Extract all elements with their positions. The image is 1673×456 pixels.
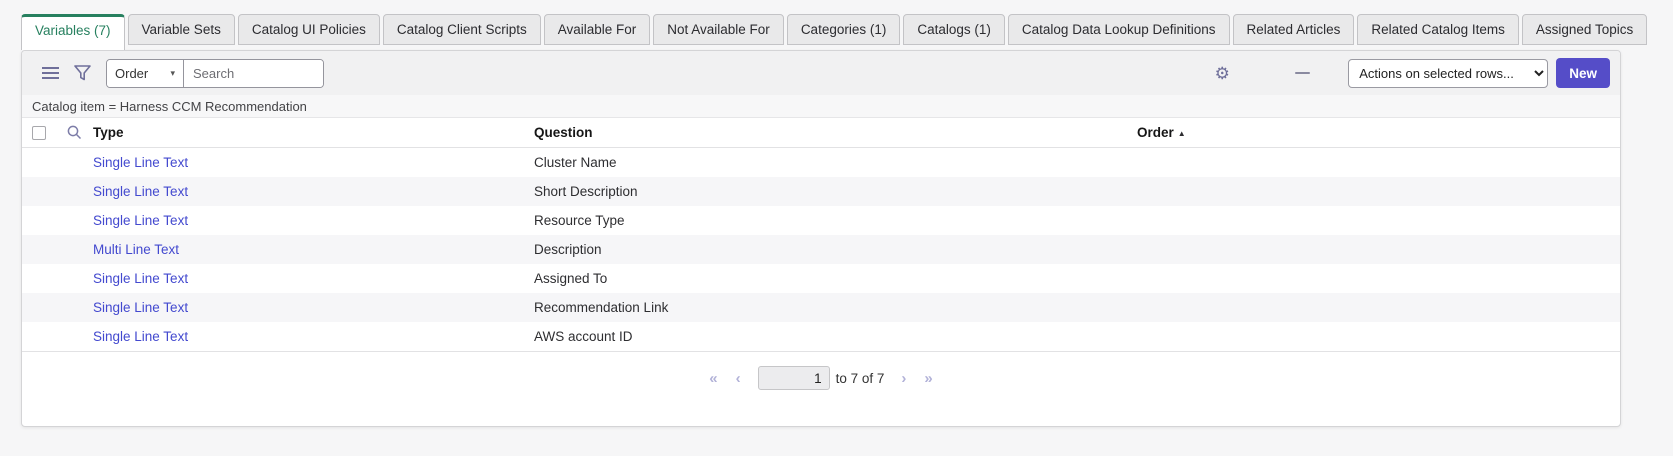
minimize-list-icon[interactable] — [1290, 61, 1314, 85]
column-header-order[interactable]: Order▲ — [1137, 125, 1620, 140]
column-header-question[interactable]: Question — [534, 125, 1137, 140]
current-page-input[interactable] — [758, 366, 830, 390]
next-page-icon[interactable]: › — [892, 370, 915, 387]
list-footer: « ‹ to 7 of 7 › » — [22, 351, 1620, 426]
row-question: Assigned To — [534, 271, 1137, 286]
tab-catalogs-1[interactable]: Catalogs (1) — [903, 14, 1005, 45]
chevron-down-icon: ▾ — [170, 68, 175, 79]
row-question: AWS account ID — [534, 329, 1137, 344]
pagination-range-label: to 7 of 7 — [836, 371, 885, 386]
filter-icon[interactable] — [70, 61, 94, 85]
table-row: Single Line Text Assigned To — [22, 264, 1620, 293]
row-question: Description — [534, 242, 1137, 257]
actions-on-selected-rows-select[interactable]: Actions on selected rows... — [1348, 59, 1548, 88]
row-type-link[interactable]: Single Line Text — [93, 329, 188, 344]
column-search-icon[interactable] — [56, 125, 93, 140]
table-row: Single Line Text AWS account ID — [22, 322, 1620, 351]
search-column-value: Order — [115, 66, 148, 81]
previous-page-icon[interactable]: ‹ — [727, 370, 750, 387]
new-button[interactable]: New — [1556, 58, 1610, 88]
first-page-icon[interactable]: « — [700, 370, 726, 387]
breadcrumb-text[interactable]: Catalog item = Harness CCM Recommendatio… — [32, 99, 307, 114]
tab-catalog-client-scripts[interactable]: Catalog Client Scripts — [383, 14, 541, 45]
breadcrumb: Catalog item = Harness CCM Recommendatio… — [22, 95, 1620, 118]
row-type-link[interactable]: Single Line Text — [93, 300, 188, 315]
table-row: Single Line Text Recommendation Link — [22, 293, 1620, 322]
select-all-checkbox[interactable] — [32, 126, 46, 140]
tab-related-catalog-items[interactable]: Related Catalog Items — [1357, 14, 1519, 45]
tab-categories-1[interactable]: Categories (1) — [787, 14, 901, 45]
tab-catalog-data-lookup-definitions[interactable]: Catalog Data Lookup Definitions — [1008, 14, 1230, 45]
sort-ascending-icon: ▲ — [1178, 129, 1186, 138]
search-column-dropdown[interactable]: Order ▾ — [107, 60, 184, 87]
related-lists-panel: Variables (7)Variable SetsCatalog UI Pol… — [21, 14, 1621, 427]
last-page-icon[interactable]: » — [915, 370, 941, 387]
table-row: Multi Line Text Description — [22, 235, 1620, 264]
row-question: Cluster Name — [534, 155, 1137, 170]
tab-related-articles[interactable]: Related Articles — [1233, 14, 1355, 45]
row-type-link[interactable]: Multi Line Text — [93, 242, 179, 257]
tab-variable-sets[interactable]: Variable Sets — [128, 14, 235, 45]
row-type-link[interactable]: Single Line Text — [93, 184, 188, 199]
variables-list-card: Order ▾ ⚙ Actions on selected rows... Ne… — [21, 50, 1621, 427]
table-row: Single Line Text Cluster Name — [22, 148, 1620, 177]
row-question: Recommendation Link — [534, 300, 1137, 315]
list-menu-icon[interactable] — [38, 61, 62, 85]
list-toolbar: Order ▾ ⚙ Actions on selected rows... Ne… — [22, 51, 1620, 95]
toolbar-right-group: ⚙ Actions on selected rows... New — [1210, 58, 1610, 88]
row-type-link[interactable]: Single Line Text — [93, 155, 188, 170]
tab-assigned-topics[interactable]: Assigned Topics — [1522, 14, 1647, 45]
search-input[interactable] — [184, 60, 323, 87]
tab-available-for[interactable]: Available For — [544, 14, 651, 45]
list-search-combo: Order ▾ — [106, 59, 324, 88]
tab-not-available-for[interactable]: Not Available For — [653, 14, 784, 45]
table-header: Type Question Order▲ — [22, 118, 1620, 148]
table-row: Single Line Text Short Description — [22, 177, 1620, 206]
tab-bar: Variables (7)Variable SetsCatalog UI Pol… — [21, 14, 1621, 50]
gear-icon[interactable]: ⚙ — [1210, 61, 1234, 85]
table-row: Single Line Text Resource Type — [22, 206, 1620, 235]
table-body: Single Line TextCluster NameSingle Line … — [22, 148, 1620, 351]
row-question: Resource Type — [534, 213, 1137, 228]
pagination: « ‹ to 7 of 7 › » — [700, 365, 941, 391]
tab-variables-7[interactable]: Variables (7) — [21, 14, 125, 50]
tab-catalog-ui-policies[interactable]: Catalog UI Policies — [238, 14, 380, 45]
row-type-link[interactable]: Single Line Text — [93, 213, 188, 228]
row-type-link[interactable]: Single Line Text — [93, 271, 188, 286]
row-question: Short Description — [534, 184, 1137, 199]
column-header-type[interactable]: Type — [93, 125, 534, 140]
